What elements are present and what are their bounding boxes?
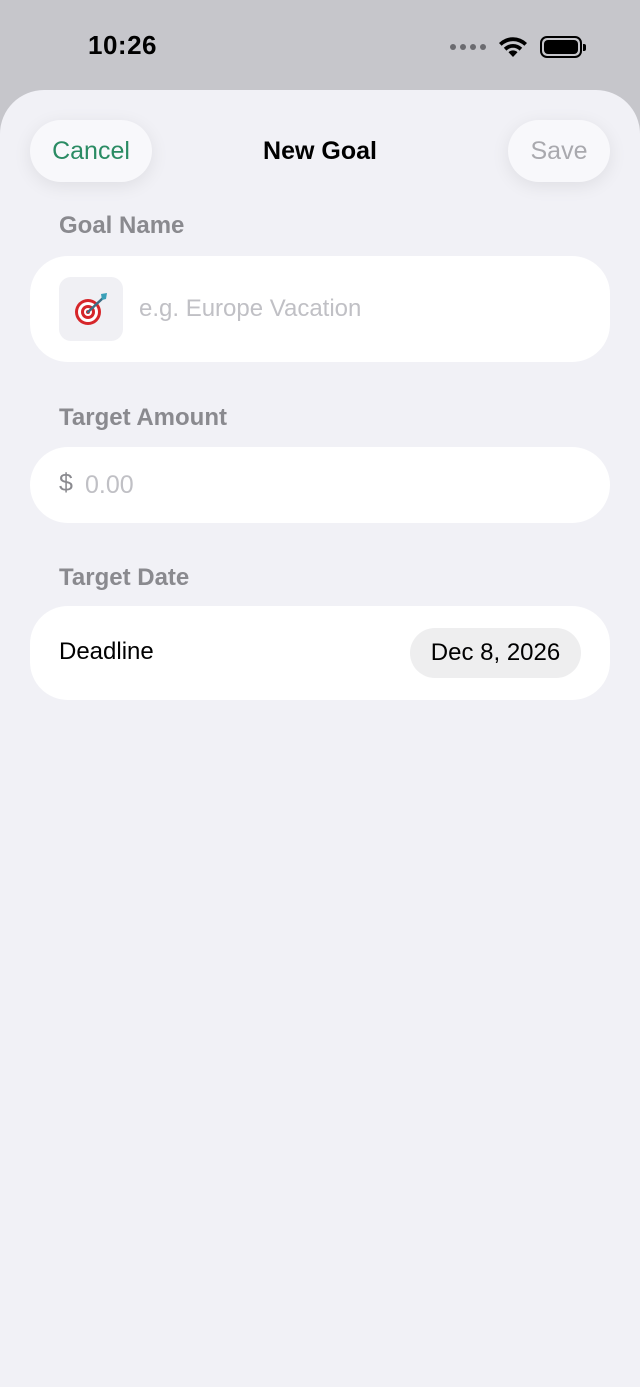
save-button[interactable]: Save [508, 120, 610, 182]
new-goal-sheet: Cancel New Goal Save Goal Name Target Am… [0, 90, 640, 1387]
target-date-card: Deadline Dec 8, 2026 [30, 606, 610, 700]
deadline-label: Deadline [59, 638, 154, 665]
target-amount-input[interactable] [85, 463, 565, 507]
deadline-date-picker[interactable]: Dec 8, 2026 [410, 628, 581, 678]
target-amount-label: Target Amount [59, 404, 227, 431]
target-icon [75, 293, 107, 325]
battery-icon [540, 36, 586, 58]
status-bar: 10:26 [0, 0, 640, 90]
goal-name-input[interactable] [139, 286, 579, 332]
status-icons [450, 34, 586, 60]
screen: 10:26 Cancel New Goal Save Goal Name e.g… [0, 0, 640, 1387]
wifi-icon [499, 37, 527, 57]
target-date-label: Target Date [59, 564, 190, 591]
emoji-picker-button[interactable] [59, 277, 123, 341]
target-amount-card: $ [30, 447, 610, 523]
currency-symbol: $ [59, 469, 73, 497]
goal-name-card [30, 256, 610, 362]
nav-bar: Cancel New Goal Save [0, 120, 640, 182]
status-time: 10:26 [88, 30, 157, 60]
signal-dots-icon [450, 44, 486, 50]
goal-name-label: Goal Name [59, 212, 185, 239]
